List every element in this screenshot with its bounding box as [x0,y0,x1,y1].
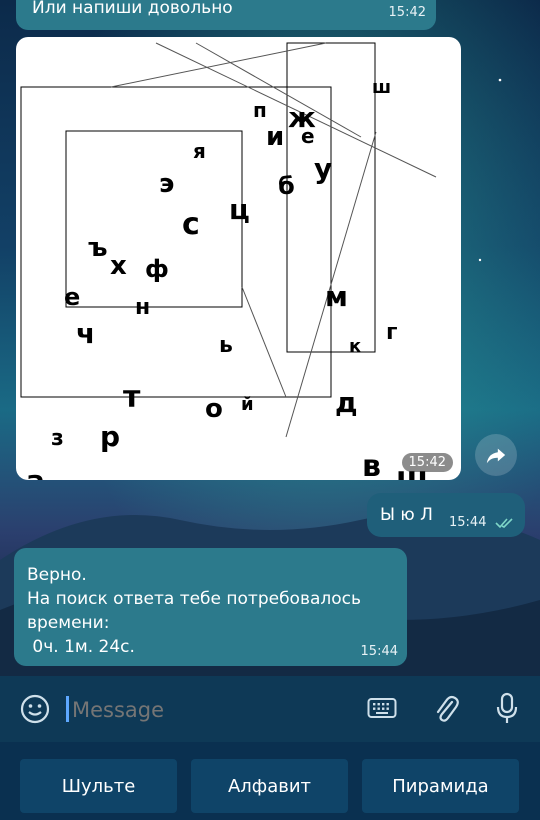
puzzle-letter: ч [76,317,95,350]
puzzle-letter: з [51,426,64,451]
keyboard-icon [367,698,397,718]
puzzle-letter: т [123,380,141,415]
puzzle-letter: ф [145,255,169,283]
image-message[interactable]: жшпиеяуэбцсъхфенмчгьктдойрзвща 15:42 [16,37,461,480]
puzzle-letter: к [349,336,361,357]
puzzle-letter: у [314,152,332,185]
bot-keyboard: Шульте Алфавит Пирамида [0,742,540,820]
keyboard-button-pyramid[interactable]: Пирамида [362,759,519,813]
puzzle-letter: и [266,122,284,152]
puzzle-letter: ъ [88,233,108,263]
puzzle-letter: ь [219,333,233,358]
puzzle-letter: а [26,464,45,480]
keyboard-button-schulte[interactable]: Шульте [20,759,177,813]
puzzle-letter: в [362,449,381,480]
puzzle-letter: я [193,139,206,163]
message-time: 15:44 [449,515,487,530]
puzzle-letter: ш [372,77,391,98]
letter-puzzle-image: жшпиеяуэбцсъхфенмчгьктдойрзвща [20,42,437,480]
share-icon [486,448,506,464]
outgoing-message[interactable]: Ы ю Л 15:44 [367,493,525,537]
puzzle-letter: е [301,124,315,148]
share-button[interactable] [475,434,517,476]
puzzle-letter: х [110,251,127,281]
reply-line: Верно. [27,565,87,585]
emoji-icon [20,694,50,724]
puzzle-letter: п [253,98,267,122]
reply-line: времени: [27,613,110,633]
keyboard-button-alphabet[interactable]: Алфавит [191,759,348,813]
puzzle-letter: д [335,386,358,419]
puzzle-letter: г [386,320,398,345]
puzzle-letter: р [100,420,120,453]
message-time: 15:42 [388,5,426,20]
puzzle-letter: ц [229,193,250,226]
message-time: 15:44 [360,644,398,659]
puzzle-letter: н [135,295,150,320]
message-text: Ы ю Л [380,505,433,525]
puzzle-letter: м [325,280,348,313]
image-time: 15:42 [401,453,453,472]
emoji-button[interactable] [18,692,52,726]
puzzle-letter: е [64,283,80,311]
puzzle-letter: б [278,172,295,200]
voice-button[interactable] [492,690,522,728]
puzzle-letter: с [182,207,200,242]
keyboard-toggle-button[interactable] [366,694,398,724]
double-check-icon [495,518,513,529]
message-bubble[interactable]: Или напиши довольно 15:42 [16,0,436,30]
message-text: Или напиши довольно [32,0,233,18]
paperclip-icon [436,695,459,722]
reply-line: На поиск ответа тебе потребовалось [27,589,362,609]
attach-button[interactable] [430,692,462,726]
message-input-bar [0,676,540,742]
reply-line: 0ч. 1м. 24с. [27,637,135,657]
puzzle-letter: э [159,169,174,199]
puzzle-letter: й [241,394,254,415]
puzzle-letter: о [205,394,223,424]
text-cursor [66,696,69,722]
microphone-icon [496,692,518,723]
message-input[interactable] [70,694,344,726]
reply-message[interactable]: Верно. На поиск ответа тебе потребовалос… [14,548,407,666]
